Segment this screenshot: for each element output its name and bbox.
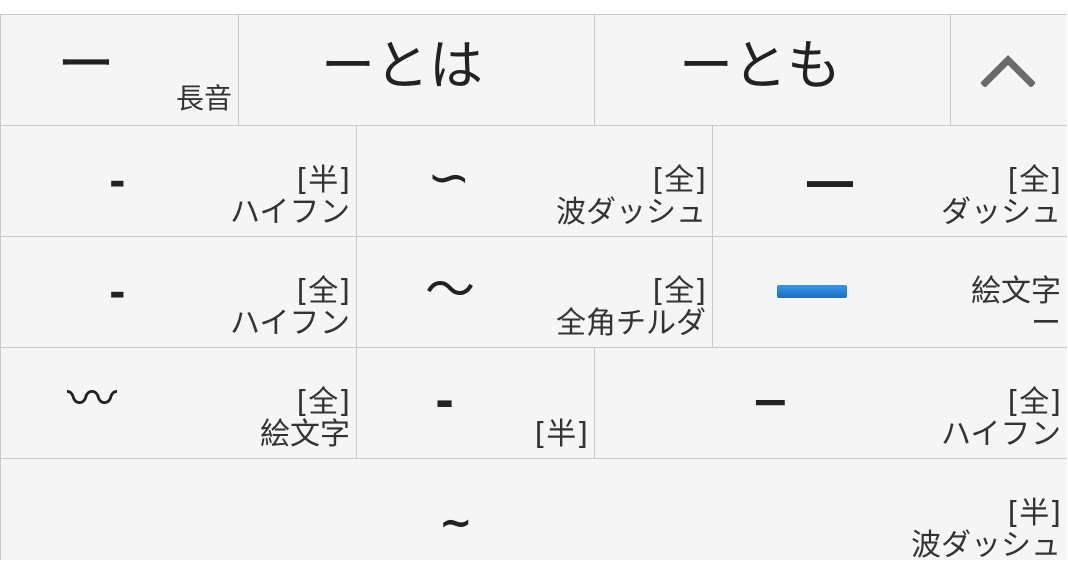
candidate-hyphen-full[interactable]: - [全] ハイフン: [1, 237, 357, 347]
candidate-main: ーとも: [679, 34, 841, 97]
candidate-main: ―: [807, 154, 853, 208]
candidate-hyphen-half[interactable]: - [半] ハイフン: [1, 126, 357, 236]
candidate-bar: ー 長音 ーとは ーとも: [1, 15, 1067, 126]
candidate-row: - [半] ハイフン ∽ [全] 波ダッシュ ― [全] ダッシュ: [1, 126, 1067, 237]
candidate-wave-dash-full[interactable]: ∽ [全] 波ダッシュ: [357, 126, 713, 236]
candidate-tilde-half[interactable]: ~ [半] 波ダッシュ: [1, 459, 1067, 560]
candidate-description: 波ダッシュ: [556, 195, 706, 230]
candidate-description: 波ダッシュ: [911, 528, 1061, 563]
candidate-description: 全角チルダ: [556, 306, 706, 341]
candidate-description: ハイフン: [230, 306, 350, 341]
candidate-main: -: [435, 374, 455, 428]
candidate-main: 〰: [67, 370, 117, 428]
candidate-type: [全]: [652, 274, 706, 309]
candidate-to-mo[interactable]: ーとも: [595, 15, 951, 125]
candidate-type: [全]: [1007, 385, 1061, 420]
candidate-main: ～: [425, 261, 475, 319]
candidate-type: [全]: [296, 274, 350, 309]
candidate-annotation: 長音: [175, 82, 232, 115]
candidate-row: - [全] ハイフン ～ [全] 全角チルダ 絵文字 ー: [1, 237, 1067, 348]
candidate-dash-full[interactable]: ― [全] ダッシュ: [713, 126, 1067, 236]
chevron-up-icon: [981, 55, 1035, 87]
candidate-main: ー: [57, 30, 116, 98]
candidate-type: [半]: [534, 417, 588, 452]
candidate-wavy-dash-emoji[interactable]: 〰 [全] 絵文字: [1, 348, 357, 458]
candidate-main: −: [751, 374, 790, 428]
candidate-to-wa[interactable]: ーとは: [239, 15, 595, 125]
candidate-description: 絵文字: [260, 417, 350, 452]
candidate-description: ー: [1031, 306, 1061, 341]
candidate-row: 〰 [全] 絵文字 - [半] − [全] ハイフン: [1, 348, 1067, 459]
candidate-row: ~ [半] 波ダッシュ: [1, 459, 1067, 560]
candidate-type: [全]: [1007, 163, 1061, 198]
candidate-type: 絵文字: [971, 274, 1061, 309]
candidate-cho-on[interactable]: ー 長音: [1, 15, 239, 125]
candidate-type: [全]: [296, 385, 350, 420]
candidate-fullwidth-tilde[interactable]: ～ [全] 全角チルダ: [357, 237, 713, 347]
conversion-candidates-panel: ー 長音 ーとは ーとも - [半] ハイフン ∽ [全] 波ダッシュ ― [全…: [0, 14, 1067, 561]
candidate-main: ∽: [427, 148, 471, 208]
blue-bar-emoji-icon: [777, 285, 847, 298]
candidate-emoji-bar[interactable]: 絵文字 ー: [713, 237, 1067, 347]
candidate-minus-full[interactable]: − [全] ハイフン: [595, 348, 1067, 458]
candidate-type: [半]: [1007, 496, 1061, 531]
expand-candidates-button[interactable]: [951, 15, 1067, 125]
candidate-type: [半]: [296, 163, 350, 198]
candidate-description: ダッシュ: [941, 195, 1061, 230]
candidate-main: ーとは: [321, 34, 483, 97]
candidate-main: ~: [439, 500, 473, 546]
candidate-main: -: [109, 159, 126, 205]
candidate-main: -: [109, 270, 126, 316]
candidate-description: ハイフン: [941, 417, 1061, 452]
candidate-hyphen-minus-half[interactable]: - [半]: [357, 348, 595, 458]
candidate-type: [全]: [652, 163, 706, 198]
candidate-description: ハイフン: [230, 195, 350, 230]
